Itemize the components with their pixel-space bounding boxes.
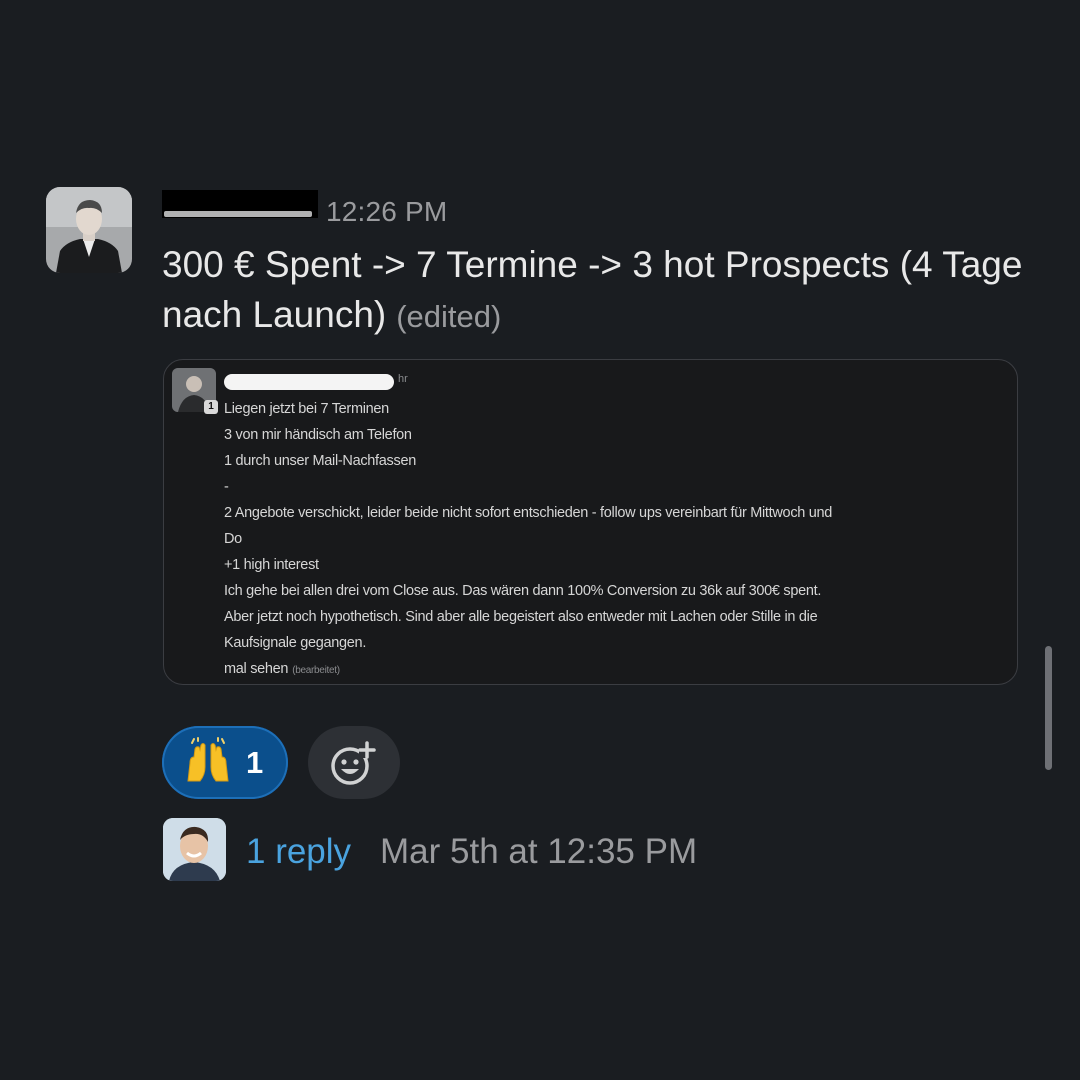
reaction-count: 1 bbox=[246, 744, 264, 780]
thread-reply-avatar[interactable] bbox=[163, 818, 226, 881]
edited-label: (edited) bbox=[396, 299, 502, 334]
attachment-line: +1 high interest bbox=[224, 557, 319, 573]
reply-count-link[interactable]: 1 reply bbox=[246, 832, 351, 872]
name-remnant bbox=[164, 211, 312, 217]
attachment-line: Liegen jetzt bei 7 Terminen bbox=[224, 401, 389, 417]
attachment-badge: 1 bbox=[204, 400, 218, 414]
attachment-text: Liegen jetzt bei 7 Terminen 3 von mir hä… bbox=[224, 396, 1014, 684]
author-avatar[interactable] bbox=[46, 187, 132, 273]
scrollbar-thumb[interactable] bbox=[1045, 646, 1052, 770]
attachment-name-redaction bbox=[224, 374, 394, 390]
raised-hands-icon bbox=[187, 736, 229, 781]
attachment-line: 3 von mir händisch am Telefon bbox=[224, 427, 412, 443]
message-body: 300 € Spent -> 7 Termine -> 3 hot Prospe… bbox=[162, 240, 1042, 342]
message-text: 300 € Spent -> 7 Termine -> 3 hot Prospe… bbox=[162, 244, 1023, 335]
attachment-line-last: mal sehen (bearbeitet) bbox=[224, 656, 1014, 684]
attachment-line: Ich gehe bei allen drei vom Close aus. D… bbox=[224, 583, 822, 599]
last-reply-time: Mar 5th at 12:35 PM bbox=[380, 832, 698, 871]
attachment-line: 1 durch unser Mail-Nachfassen bbox=[224, 453, 416, 469]
attachment-edited-label: (bearbeitet) bbox=[292, 665, 340, 676]
attachment-line: Do bbox=[224, 531, 242, 547]
author-name-redacted bbox=[162, 190, 318, 220]
attachment-line: Aber jetzt noch hypothetisch. Sind aber … bbox=[224, 609, 818, 625]
image-attachment[interactable]: hr 1 Liegen jetzt bei 7 Terminen 3 von m… bbox=[163, 359, 1018, 685]
add-emoji-icon bbox=[331, 740, 376, 785]
attachment-header-suffix: hr bbox=[398, 373, 408, 385]
add-reaction-button[interactable] bbox=[308, 726, 400, 799]
attachment-line: 2 Angebote verschickt, leider beide nich… bbox=[224, 505, 833, 521]
message-timestamp[interactable]: 12:26 PM bbox=[326, 196, 447, 228]
attachment-line: Kaufsignale gegangen. bbox=[224, 635, 367, 651]
attachment-line: mal sehen bbox=[224, 661, 289, 677]
attachment-line: - bbox=[224, 479, 229, 495]
reaction-raised-hands[interactable]: 1 bbox=[162, 726, 288, 799]
